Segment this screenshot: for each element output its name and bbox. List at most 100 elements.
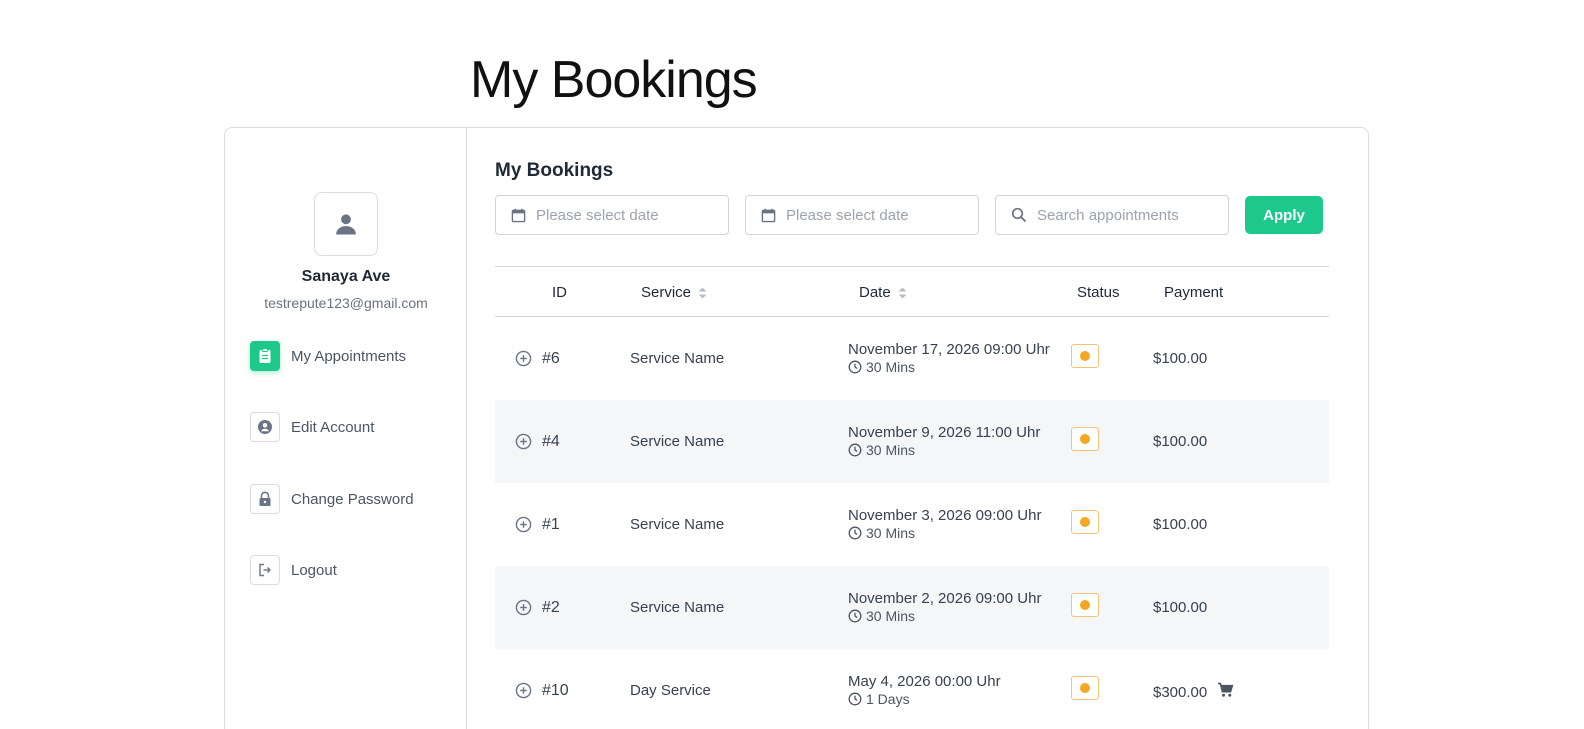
end-date-input[interactable] bbox=[786, 206, 956, 224]
status-dot bbox=[1080, 517, 1090, 527]
status-dot bbox=[1080, 683, 1090, 693]
booking-date: November 9, 2026 11:00 Uhr 30 Mins bbox=[848, 424, 1040, 458]
booking-date: November 17, 2026 09:00 Uhr 30 Mins bbox=[848, 341, 1050, 375]
status-dot bbox=[1080, 600, 1090, 610]
column-header-date[interactable]: Date bbox=[859, 284, 907, 301]
booking-date: November 3, 2026 09:00 Uhr 30 Mins bbox=[848, 507, 1041, 541]
payment-amount: $100.00 bbox=[1153, 350, 1208, 367]
search-input[interactable] bbox=[1037, 206, 1207, 224]
payment-amount: $100.00 bbox=[1153, 433, 1208, 450]
booking-id: #1 bbox=[542, 516, 560, 533]
duration-text: 30 Mins bbox=[866, 359, 916, 375]
date-text: November 9, 2026 11:00 Uhr bbox=[848, 424, 1041, 441]
payment-cell: $100.00 bbox=[1153, 433, 1207, 450]
nav-edit-account[interactable]: Edit Account bbox=[250, 412, 374, 442]
user-icon bbox=[336, 214, 356, 235]
nav-change-password[interactable]: Change Password bbox=[250, 484, 414, 514]
nav-label: My Appointments bbox=[291, 347, 407, 365]
date-text: November 2, 2026 09:00 Uhr bbox=[848, 590, 1042, 607]
booking-id: #6 bbox=[542, 350, 560, 367]
date-text: November 17, 2026 09:00 Uhr bbox=[848, 341, 1050, 358]
nav-label: Logout bbox=[291, 561, 337, 579]
table-row: #2 Service Name November 2, 2026 09:00 U… bbox=[495, 566, 1329, 649]
clock-icon bbox=[848, 609, 862, 623]
booking-date: May 4, 2026 00:00 Uhr 1 Days bbox=[848, 673, 1001, 707]
booking-date: November 2, 2026 09:00 Uhr 30 Mins bbox=[848, 590, 1041, 624]
logout-icon bbox=[250, 555, 280, 585]
nav-my-appointments[interactable]: My Appointments bbox=[250, 341, 406, 371]
user-email: testrepute123@gmail.com bbox=[264, 295, 428, 311]
status-badge bbox=[1071, 427, 1099, 451]
table-row: #6 Service Name November 17, 2026 09:00 … bbox=[495, 317, 1329, 400]
duration-text: 1 Days bbox=[866, 691, 910, 707]
table-row: #4 Service Name November 9, 2026 11:00 U… bbox=[495, 400, 1329, 483]
date-text: May 4, 2026 00:00 Uhr bbox=[848, 673, 1001, 690]
end-date-field[interactable] bbox=[745, 195, 979, 235]
nav-logout[interactable]: Logout bbox=[250, 555, 337, 585]
date-text: November 3, 2026 09:00 Uhr bbox=[848, 507, 1042, 524]
search-field[interactable] bbox=[995, 195, 1229, 235]
service-name: Service Name bbox=[630, 433, 725, 450]
avatar bbox=[314, 192, 378, 256]
service-name: Day Service bbox=[630, 682, 711, 699]
column-header-payment: Payment bbox=[1164, 284, 1224, 301]
account-circle-icon bbox=[250, 412, 280, 442]
page-title: My Bookings bbox=[470, 51, 758, 109]
table-row: #10 Day Service May 4, 2026 00:00 Uhr 1 … bbox=[495, 649, 1329, 729]
expand-row-icon[interactable] bbox=[515, 599, 532, 620]
search-icon bbox=[1011, 207, 1027, 223]
payment-cell: $100.00 bbox=[1153, 350, 1207, 367]
duration-text: 30 Mins bbox=[866, 442, 916, 458]
section-title: My Bookings bbox=[495, 160, 614, 181]
column-header-status: Status bbox=[1077, 284, 1120, 301]
expand-row-icon[interactable] bbox=[515, 516, 532, 537]
column-header-id: ID bbox=[552, 284, 567, 301]
calendar-icon bbox=[511, 208, 526, 222]
apply-button[interactable]: Apply bbox=[1245, 196, 1323, 234]
status-badge bbox=[1071, 676, 1099, 700]
status-badge bbox=[1071, 510, 1099, 534]
bookings-panel: My Bookings Apply ID Service bbox=[467, 128, 1368, 729]
booking-id: #4 bbox=[542, 433, 560, 450]
account-sidebar: Sanaya Ave testrepute123@gmail.com My Ap… bbox=[225, 128, 467, 729]
clock-icon bbox=[848, 360, 862, 374]
user-name: Sanaya Ave bbox=[301, 268, 391, 285]
start-date-input[interactable] bbox=[536, 206, 706, 224]
payment-cell: $100.00 bbox=[1153, 516, 1207, 533]
clock-icon bbox=[848, 692, 862, 706]
nav-label: Edit Account bbox=[291, 418, 375, 436]
status-dot bbox=[1080, 434, 1090, 444]
expand-row-icon[interactable] bbox=[515, 433, 532, 454]
duration-text: 30 Mins bbox=[866, 525, 916, 541]
start-date-field[interactable] bbox=[495, 195, 729, 235]
payment-cell: $100.00 bbox=[1153, 599, 1207, 616]
bookings-table: ID Service Date Status Payment #6 Servic… bbox=[495, 266, 1329, 729]
table-header: ID Service Date Status Payment bbox=[495, 266, 1329, 317]
status-badge bbox=[1071, 593, 1099, 617]
booking-id: #10 bbox=[542, 682, 569, 699]
booking-id: #2 bbox=[542, 599, 560, 616]
clipboard-icon bbox=[250, 341, 280, 371]
payment-amount: $100.00 bbox=[1153, 516, 1208, 533]
payment-amount: $300.00 bbox=[1153, 683, 1208, 701]
duration-text: 30 Mins bbox=[866, 608, 916, 624]
sort-icon bbox=[898, 287, 907, 299]
sort-icon bbox=[698, 287, 707, 299]
table-row: #1 Service Name November 3, 2026 09:00 U… bbox=[495, 483, 1329, 566]
expand-row-icon[interactable] bbox=[515, 350, 532, 371]
status-badge bbox=[1071, 344, 1099, 368]
calendar-icon bbox=[761, 208, 776, 222]
expand-row-icon[interactable] bbox=[515, 682, 532, 703]
service-name: Service Name bbox=[630, 516, 725, 533]
payment-amount: $100.00 bbox=[1153, 599, 1208, 616]
account-card: Sanaya Ave testrepute123@gmail.com My Ap… bbox=[224, 127, 1369, 729]
payment-cell: $300.00 bbox=[1153, 682, 1234, 702]
service-name: Service Name bbox=[630, 350, 725, 367]
cart-icon[interactable] bbox=[1217, 682, 1234, 702]
status-dot bbox=[1080, 351, 1090, 361]
service-name: Service Name bbox=[630, 599, 725, 616]
lock-icon bbox=[250, 484, 280, 514]
column-header-service[interactable]: Service bbox=[641, 284, 707, 301]
nav-label: Change Password bbox=[291, 490, 414, 508]
clock-icon bbox=[848, 443, 862, 457]
